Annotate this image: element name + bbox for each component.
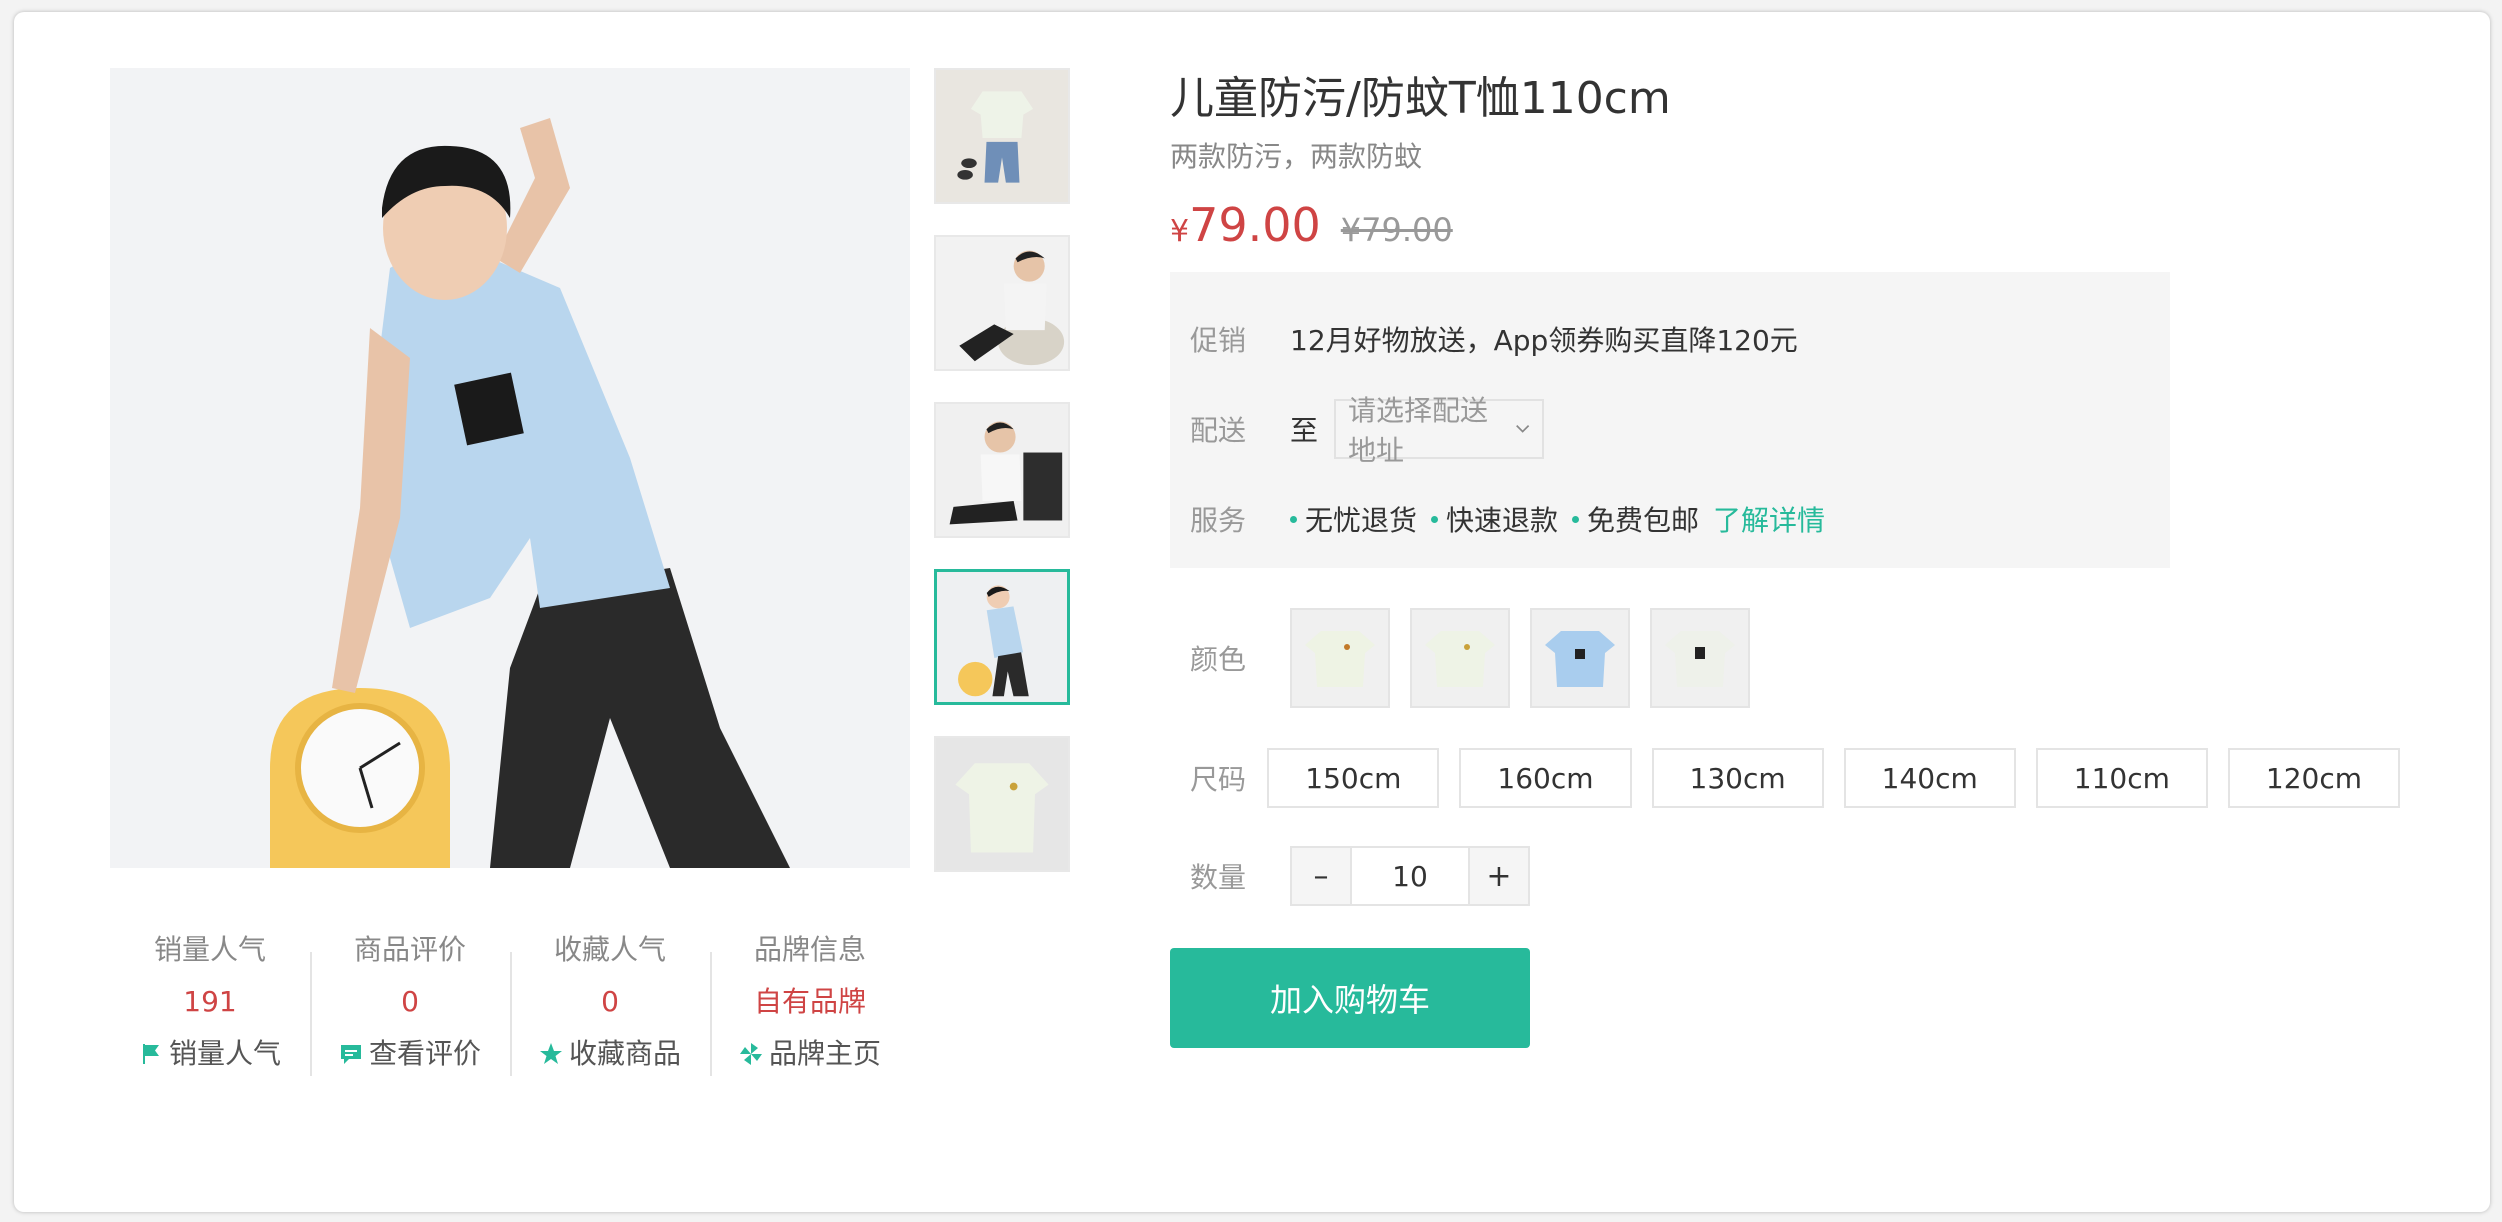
thumbnail-1[interactable] (934, 68, 1070, 204)
promo-text: 12月好物放送，App领券购买直降120元 (1290, 324, 1798, 357)
add-to-cart-button[interactable]: 加入购物车 (1170, 948, 1530, 1048)
stat-title: 销量人气 (153, 933, 266, 966)
stat-link-label: 销量人气 (168, 1037, 281, 1070)
thumbnail-3[interactable] (934, 402, 1070, 538)
service-item: 快速退款 (1431, 499, 1558, 539)
reviews-link[interactable]: 查看评价 (339, 1032, 481, 1076)
thumbnail-4[interactable] (934, 569, 1070, 705)
flag-icon (142, 1044, 159, 1064)
stat-link-label: 品牌主页 (768, 1037, 881, 1070)
stat-value: 0 (601, 985, 619, 1018)
product-info: 儿童防污/防蚊T恤110cm 两款防污，两款防蚊 ¥79.00 ¥79.00 促… (1170, 66, 2420, 1048)
price-row: ¥79.00 ¥79.00 (1170, 198, 2420, 252)
increase-button[interactable]: + (1470, 848, 1528, 904)
stat-link-label: 收藏商品 (568, 1037, 681, 1070)
price-value: 79.00 (1189, 198, 1321, 252)
stat-title: 商品评价 (353, 933, 466, 966)
service-text: 快速退款 (1446, 504, 1559, 537)
stat-value: 191 (183, 985, 237, 1018)
color-row: 颜色 (1170, 608, 2420, 708)
pinwheel-icon (739, 1043, 762, 1065)
stat-title: 品牌信息 (753, 933, 866, 966)
stat-value: 0 (401, 985, 419, 1018)
stat-reviews: 商品评价 0 查看评价 (310, 928, 510, 1080)
stat-favorites: 收藏人气 0 收藏商品 (510, 928, 710, 1080)
chevron-down-icon (1515, 424, 1529, 433)
color-swatch[interactable] (1290, 608, 1390, 708)
thumbnail-list (934, 68, 1070, 903)
stat-link-label: 查看评价 (368, 1037, 481, 1070)
main-product-image (110, 68, 910, 868)
thumbnail-5[interactable] (934, 736, 1070, 872)
address-placeholder: 请选择配送地址 (1348, 394, 1489, 467)
service-label: 服务 (1190, 504, 1247, 537)
service-item: 免费包邮 (1572, 499, 1699, 539)
bullet-dot-icon (1431, 515, 1439, 523)
quantity-input[interactable] (1350, 848, 1470, 904)
sales-link[interactable]: 销量人气 (139, 1032, 281, 1076)
size-option[interactable]: 150cm (1267, 748, 1440, 808)
original-price: ¥79.00 (1340, 211, 1453, 249)
tshirt-icon (1305, 631, 1375, 687)
thumbnail-2[interactable] (934, 235, 1070, 371)
color-swatch[interactable] (1530, 608, 1630, 708)
bullet-dot-icon (1290, 515, 1297, 523)
size-option[interactable]: 110cm (2035, 748, 2208, 808)
brand-link[interactable]: 品牌主页 (739, 1032, 881, 1076)
delivery-row: 配送 至 请选择配送地址 (1190, 384, 2150, 474)
size-option[interactable]: 130cm (1651, 748, 1824, 808)
service-item: 无忧退货 (1290, 499, 1417, 539)
size-option[interactable]: 140cm (1843, 748, 2016, 808)
current-price: ¥79.00 (1170, 198, 1321, 252)
delivery-to: 至 (1290, 414, 1319, 447)
decrease-button[interactable]: – (1292, 848, 1350, 904)
promo-box: 促销 12月好物放送，App领券购买直降120元 配送 至 请选择配送地址 服务… (1170, 272, 2170, 568)
currency-symbol: ¥ (1170, 214, 1190, 249)
quantity-stepper: – + (1290, 846, 1530, 906)
size-option[interactable]: 120cm (2227, 748, 2400, 808)
color-swatch[interactable] (1650, 608, 1750, 708)
size-label: 尺码 (1190, 763, 1247, 796)
stat-title: 收藏人气 (553, 933, 666, 966)
product-description: 两款防污，两款防蚊 (1170, 140, 1423, 173)
tshirt-icon (1545, 631, 1615, 687)
color-label: 颜色 (1190, 643, 1247, 676)
comment-icon (340, 1045, 361, 1064)
stat-brand: 品牌信息 自有品牌 品牌主页 (710, 928, 910, 1080)
quantity-label: 数量 (1190, 861, 1247, 894)
product-stats: 销量人气 191 销量人气 商品评价 0 查看评价 收藏人气 0 收藏商品 品牌… (110, 928, 910, 1080)
product-title: 儿童防污/防蚊T恤110cm (1170, 73, 1671, 124)
stat-sales: 销量人气 191 销量人气 (110, 928, 310, 1080)
quantity-row: 数量 – + (1170, 846, 2420, 906)
size-option[interactable]: 160cm (1459, 748, 1632, 808)
address-select[interactable]: 请选择配送地址 (1334, 394, 1545, 467)
favorite-link[interactable]: 收藏商品 (539, 1032, 681, 1076)
service-row: 服务 无忧退货 快速退款 免费包邮 了解详情 (1190, 474, 2150, 564)
promo-row: 促销 12月好物放送，App领券购买直降120元 (1190, 294, 2150, 384)
size-row: 尺码 150cm 160cm 130cm 140cm 110cm 120cm (1170, 748, 2420, 808)
promo-label: 促销 (1190, 324, 1247, 357)
delivery-label: 配送 (1190, 414, 1247, 447)
bullet-dot-icon (1572, 515, 1580, 523)
service-details-link[interactable]: 了解详情 (1713, 499, 1825, 539)
star-icon (539, 1043, 562, 1064)
tshirt-icon (1665, 631, 1735, 687)
service-text: 免费包邮 (1587, 504, 1700, 537)
tshirt-icon (1425, 631, 1495, 687)
service-text: 无忧退货 (1305, 504, 1418, 537)
stat-value: 自有品牌 (753, 985, 866, 1018)
color-swatch[interactable] (1410, 608, 1510, 708)
